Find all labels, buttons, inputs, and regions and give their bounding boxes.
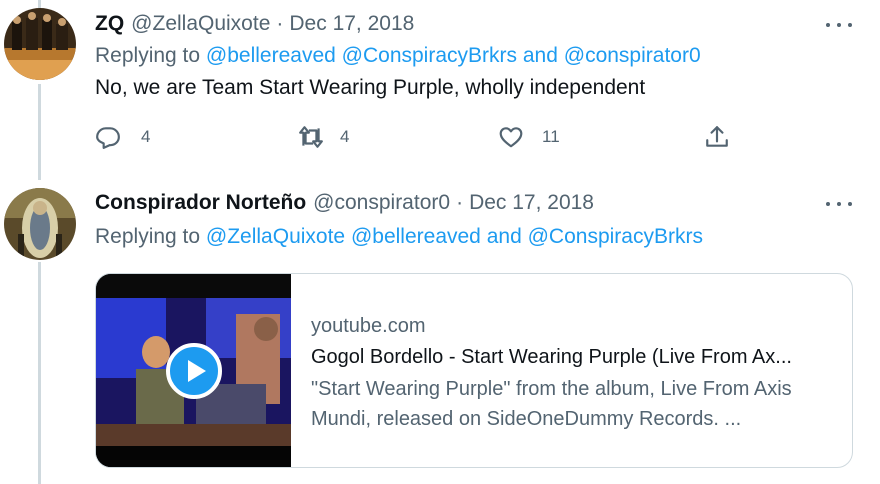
mention-link[interactable]: @ConspiracyBrkrs — [528, 225, 703, 248]
card-domain: youtube.com — [311, 315, 426, 337]
link-card[interactable]: youtube.com Gogol Bordello - Start Weari… — [95, 273, 853, 468]
author-handle[interactable]: @ZellaQuixote — [131, 12, 270, 36]
thread-line-mid — [38, 84, 41, 180]
retweet-count: 4 — [340, 127, 350, 146]
mention-link[interactable]: @bellereaved — [351, 225, 481, 248]
mention-link[interactable]: @bellereaved — [206, 44, 336, 67]
header-separator: · — [456, 191, 464, 214]
share-button[interactable] — [704, 124, 730, 150]
tweet-date[interactable]: Dec 17, 2018 — [289, 12, 414, 36]
thread-line-top — [38, 0, 41, 8]
header-separator: · — [276, 12, 284, 35]
like-count: 11 — [542, 127, 560, 146]
avatar-zq[interactable] — [4, 8, 76, 80]
share-icon — [706, 126, 728, 147]
reply-count: 4 — [141, 127, 151, 146]
play-icon[interactable] — [166, 343, 222, 399]
reply-button[interactable]: 4 — [95, 124, 150, 150]
mention-link[interactable]: @ConspiracyBrkrs — [342, 44, 517, 67]
card-thumbnail[interactable] — [96, 274, 291, 467]
mention-conjunction: and — [486, 225, 522, 248]
mention-link[interactable]: @ZellaQuixote — [206, 225, 345, 248]
retweet-icon — [299, 126, 323, 148]
replying-to: Replying to @ZellaQuixote @bellereaved a… — [95, 225, 703, 249]
thread-line-bottom — [38, 262, 41, 484]
more-icon[interactable] — [826, 199, 852, 209]
mention-link[interactable]: @conspirator0 — [564, 44, 701, 67]
card-title[interactable]: Gogol Bordello - Start Wearing Purple (L… — [311, 342, 839, 372]
card-description: "Start Wearing Purple" from the album, L… — [311, 378, 792, 430]
tweet-1-header: ZQ @ZellaQuixote · Dec 17, 2018 — [95, 12, 414, 36]
more-icon[interactable] — [826, 20, 852, 30]
avatar-conspirador[interactable] — [4, 188, 76, 260]
author-name[interactable]: ZQ — [95, 12, 124, 36]
mention-conjunction: and — [522, 44, 558, 67]
retweet-button[interactable]: 4 — [298, 124, 349, 150]
replying-to-label: Replying to — [95, 225, 201, 248]
tweet-text: No, we are Team Start Wearing Purple, wh… — [95, 76, 646, 99]
reply-icon — [96, 127, 120, 149]
tweet-date[interactable]: Dec 17, 2018 — [469, 191, 594, 215]
author-handle[interactable]: @conspirator0 — [313, 191, 450, 215]
like-button[interactable]: 11 — [498, 124, 560, 150]
card-text: youtube.com Gogol Bordello - Start Weari… — [291, 274, 852, 467]
tweet-2-header: Conspirador Norteño @conspirator0 · Dec … — [95, 191, 594, 215]
like-icon — [499, 127, 523, 148]
replying-to-label: Replying to — [95, 44, 201, 67]
replying-to: Replying to @bellereaved @ConspiracyBrkr… — [95, 44, 701, 68]
author-name[interactable]: Conspirador Norteño — [95, 191, 306, 215]
